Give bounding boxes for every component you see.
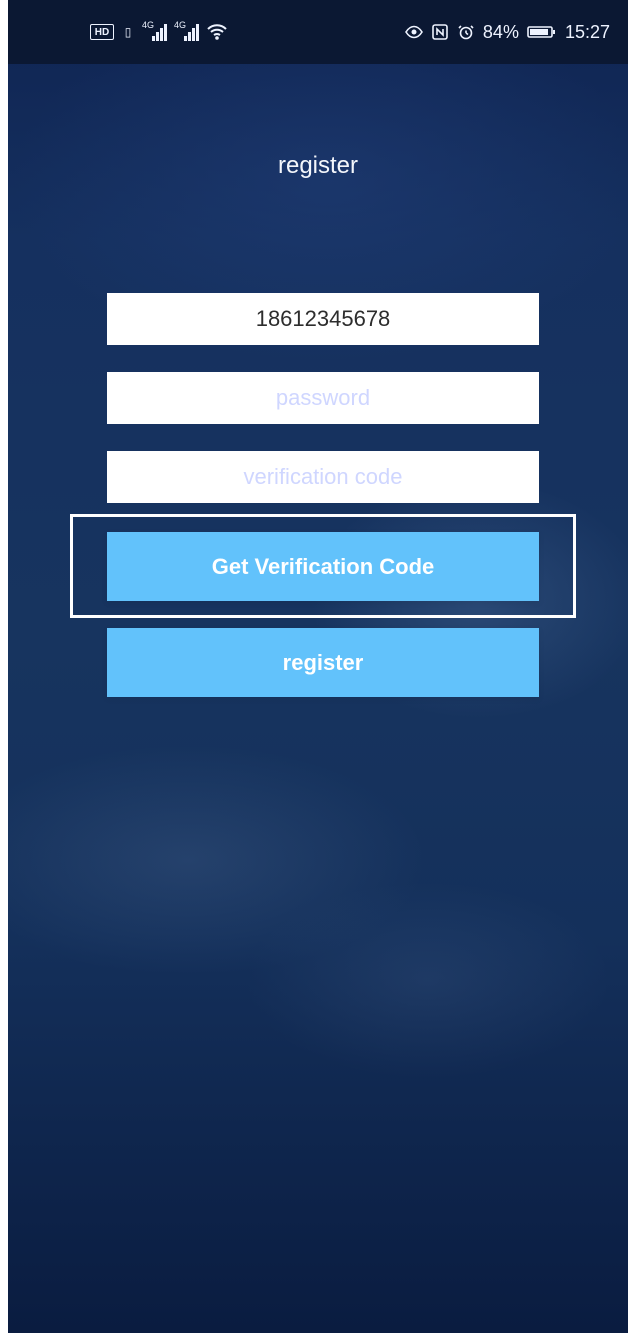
page-title: register: [277, 152, 359, 179]
nfc-icon: [431, 23, 449, 41]
clock: 15:27: [564, 22, 610, 42]
alarm-icon: [457, 23, 475, 41]
get-verification-code-button[interactable]: Get Verification Code: [107, 532, 539, 601]
status-right-group: 84% 15:27: [404, 18, 610, 46]
signal-tag: 4G: [174, 20, 187, 30]
signal-icon: 4G: [174, 20, 200, 41]
battery-percent: 84%: [482, 22, 519, 42]
phone-number-input[interactable]: [107, 293, 539, 345]
sim-card-icon: ▯: [124, 25, 132, 39]
status-bar: HD ▯ 4G 4G 84% 15:27: [8, 0, 628, 64]
wifi-icon: [206, 23, 228, 41]
password-input[interactable]: [107, 372, 539, 424]
register-button[interactable]: register: [107, 628, 539, 697]
hd-icon: HD: [90, 24, 114, 40]
battery-icon: [527, 23, 557, 41]
eye-icon: [404, 23, 423, 41]
signal-icon: 4G: [142, 20, 168, 41]
verification-code-input[interactable]: [107, 451, 539, 503]
status-left-group: HD ▯ 4G 4G: [90, 18, 228, 46]
register-form: [107, 293, 539, 530]
phone-screen: HD ▯ 4G 4G 84% 15:27 register 1861234567…: [8, 0, 628, 1333]
signal-tag: 4G: [142, 20, 155, 30]
